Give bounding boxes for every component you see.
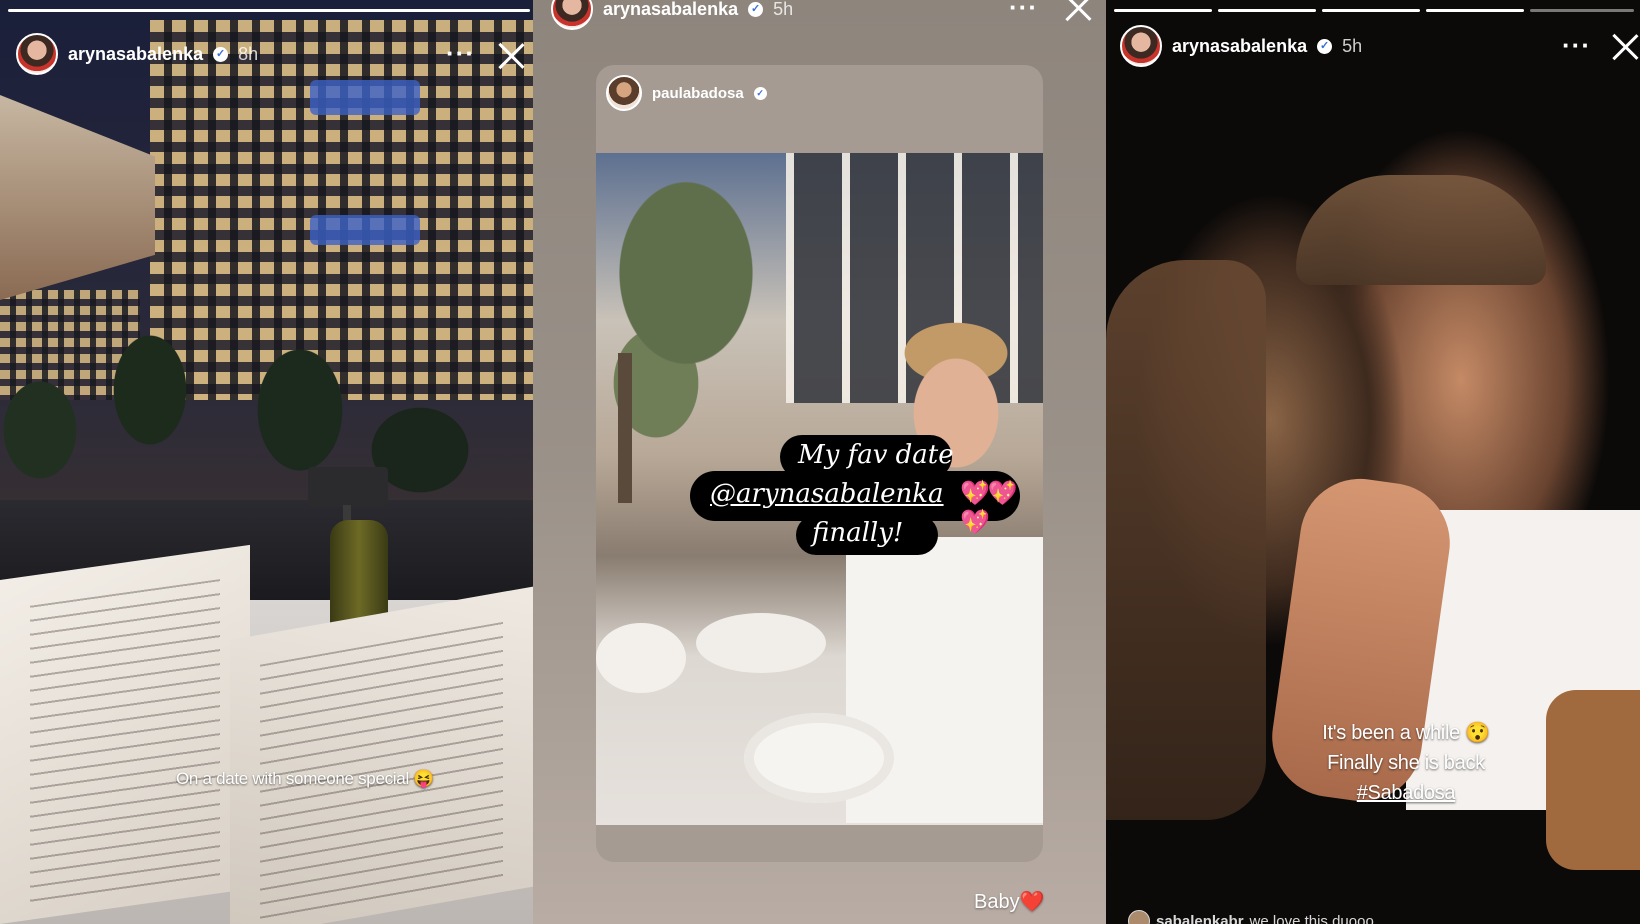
reshared-story-header: paulabadosa ✓ bbox=[606, 75, 767, 111]
close-icon[interactable] bbox=[1064, 0, 1092, 22]
menu-page-left bbox=[0, 544, 250, 924]
story-caption: Baby❤️ bbox=[974, 889, 1045, 914]
story-header: arynasabalenka ✓ 5h bbox=[1120, 25, 1362, 67]
plate bbox=[696, 613, 826, 673]
verified-badge-icon: ✓ bbox=[748, 1, 764, 17]
story-header: arynasabalenka ✓ 8h bbox=[16, 33, 258, 75]
post-time: 5h bbox=[773, 0, 794, 19]
olive-tree-trunk bbox=[618, 353, 632, 503]
username[interactable]: arynasabalenka bbox=[1172, 36, 1307, 57]
caption-line-1: It's been a while 😯 bbox=[1322, 722, 1490, 744]
sticker-line-3: finally! bbox=[812, 518, 904, 548]
tongue-wink-emoji-icon: 😝 bbox=[413, 769, 435, 788]
caption-line-2: Finally she is back bbox=[1327, 752, 1485, 774]
story-caption: On a date with someone special 😝 bbox=[176, 769, 435, 789]
menu-page-right bbox=[230, 586, 533, 924]
more-options-icon[interactable]: ··· bbox=[1009, 0, 1038, 23]
verified-badge-icon: ✓ bbox=[1317, 38, 1333, 54]
hair-left bbox=[1106, 260, 1266, 820]
avatar[interactable] bbox=[551, 0, 593, 30]
story-panel-2[interactable]: arynasabalenka ✓ 5h ··· paulabadosa ✓ My… bbox=[533, 0, 1106, 924]
post-time: 5h bbox=[1342, 35, 1363, 56]
username[interactable]: arynasabalenka bbox=[603, 0, 738, 20]
caption-text: Baby bbox=[974, 891, 1020, 913]
palm-trees bbox=[0, 300, 533, 520]
comment-preview[interactable]: sabalenkabr we love this duooo bbox=[1128, 910, 1374, 924]
story-progress-segment bbox=[1114, 9, 1212, 12]
avatar[interactable] bbox=[16, 33, 58, 75]
story-progress-segment bbox=[1218, 9, 1316, 12]
blue-light-panel bbox=[310, 215, 420, 245]
story-progress-segment bbox=[1530, 9, 1634, 12]
red-heart-icon: ❤️ bbox=[1019, 891, 1045, 913]
story-panel-1[interactable]: arynasabalenka ✓ 8h ··· On a date with s… bbox=[0, 0, 533, 924]
handbag bbox=[1546, 690, 1640, 870]
more-options-icon[interactable]: ··· bbox=[1562, 30, 1591, 61]
close-icon[interactable] bbox=[497, 42, 525, 70]
sticker-line-1: My fav date bbox=[798, 440, 954, 470]
username[interactable]: arynasabalenka bbox=[68, 44, 203, 65]
sticker-mention-link[interactable]: @arynasabalenka bbox=[710, 479, 944, 509]
avatar[interactable] bbox=[1120, 25, 1162, 67]
plate bbox=[596, 623, 686, 693]
plate bbox=[744, 713, 894, 803]
blue-light-panel bbox=[310, 80, 420, 115]
verified-badge-icon: ✓ bbox=[753, 86, 767, 100]
hashtag-link[interactable]: #Sabadosa bbox=[1286, 778, 1526, 808]
comment-text: we love this duooo bbox=[1249, 912, 1374, 924]
story-panel-3[interactable]: arynasabalenka ✓ 5h ··· It's been a whil… bbox=[1106, 0, 1640, 924]
story-header: arynasabalenka ✓ 5h bbox=[551, 0, 793, 30]
text-sticker: My fav date @arynasabalenka 💖💖💖 finally! bbox=[690, 435, 1030, 555]
story-progress-segment bbox=[1426, 9, 1524, 12]
story-caption: It's been a while 😯 Finally she is back … bbox=[1286, 718, 1526, 808]
close-icon[interactable] bbox=[1611, 33, 1639, 61]
avatar bbox=[1128, 910, 1150, 924]
reshared-username[interactable]: paulabadosa bbox=[652, 85, 744, 102]
post-time: 8h bbox=[238, 43, 259, 64]
story-progress-segment bbox=[1322, 9, 1420, 12]
avatar[interactable] bbox=[606, 75, 642, 111]
caption-text: On a date with someone special bbox=[176, 769, 409, 788]
sparkling-heart-icons: 💖💖💖 bbox=[960, 480, 1018, 536]
comment-username: sabalenkabr bbox=[1156, 912, 1244, 924]
table-lamp bbox=[308, 467, 388, 507]
story-progress-bar bbox=[8, 9, 530, 12]
reshared-story-card[interactable]: paulabadosa ✓ My fav date @arynasabalenk… bbox=[596, 65, 1043, 862]
more-options-icon[interactable]: ··· bbox=[446, 38, 475, 69]
verified-badge-icon: ✓ bbox=[213, 46, 229, 62]
